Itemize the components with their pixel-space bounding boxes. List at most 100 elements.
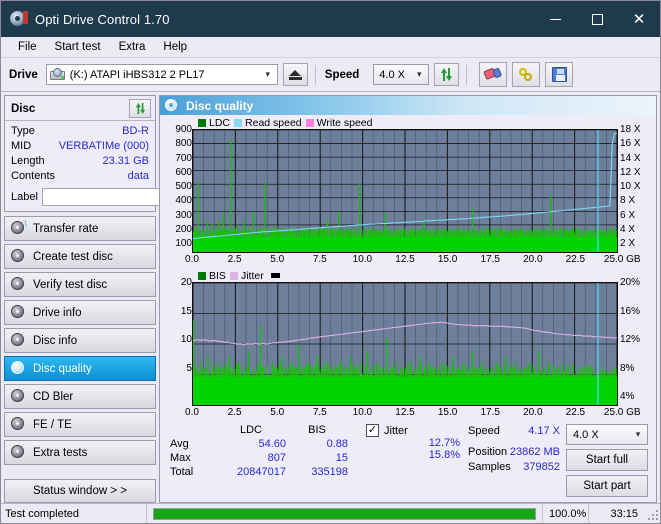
legend-item-jitter: Jitter [229,270,264,282]
y2-tick: 14 X [620,152,641,164]
ldc-y-axis-right: 18 X 16 X 14 X 12 X 10 X 8 X 6 X 4 X 2 X [618,125,654,253]
x-tick: 2.5 [227,407,242,418]
action-column: 4.0 X Start full Start part [566,424,648,497]
disc-row-value: data [127,170,149,182]
disc-row-key: Type [11,125,35,137]
toolbar: Drive (K:) ATAPI iHBS312 2 PL17 Speed 4.… [1,58,660,92]
jitter-toggle[interactable]: ✓ Jitter [366,424,462,437]
speed-select[interactable]: 4.0 X [373,64,430,85]
legend-swatch [229,271,238,280]
y-tick: 10 [180,334,192,345]
measurements: Speed 4.17 X Position 23862 MB Samples 3… [468,424,560,497]
bis-plot[interactable] [192,282,618,406]
x-tick: 15.0 [437,254,458,265]
stats-total-ldc: 20847017 [237,466,286,478]
x-tick: 17.5 [480,254,500,265]
disc-label-row: Label [11,187,245,206]
menu-item-start-test[interactable]: Start test [46,39,110,55]
x-tick: 2.5 [227,254,242,265]
legend-swatch [305,118,314,127]
progress-percent: 100.0% [542,504,588,523]
sidebar-item-drive-info[interactable]: Drive info [4,300,156,325]
legend-item-write-speed: Write speed [305,117,373,129]
sidebar-item-transfer-rate[interactable]: \ Transfer rate [4,216,156,241]
legend-item-read-speed: Read speed [234,117,302,129]
legend-swatch [198,118,206,127]
position-value: 23862 MB [509,446,560,458]
y2-tick: 12 X [620,166,641,178]
legend-label: Read speed [245,116,302,129]
stats-row-label-max: Max [170,452,191,464]
stats-avg-bis: 0.88 [326,438,348,450]
nav-list: \ Transfer rate Create test disc Verify … [4,216,156,465]
main-panel: Disc quality LDC Read speed Write speed … [159,95,657,503]
bis-chart-legend: BIS Jitter [162,269,654,282]
stats-col-ldc: LDC [239,424,262,436]
y-tick: 20 [180,277,192,288]
eject-button[interactable] [282,63,308,86]
legend-item-bis: BIS [198,270,226,282]
test-speed-select[interactable]: 4.0 X [566,424,648,445]
window-title: Opti Drive Control 1.70 [35,11,170,27]
erase-button[interactable] [479,62,508,87]
speed-label: Speed [468,425,500,437]
sidebar-item-cd-bler[interactable]: CD Bler [4,384,156,409]
app-window: Opti Drive Control 1.70 ✕ File Start tes… [0,0,661,524]
y2-tick: 8 X [620,195,636,207]
disc-row-key: MID [11,140,32,152]
ldc-chart-legend: LDC Read speed Write speed [162,116,654,129]
jitter-avg-value: 12.7% [428,437,460,449]
disc-info-rows: Type BD-R MID VERBATIMe (000) Length 23.… [5,121,245,211]
drive-icon [49,67,66,82]
legend-label: BIS [209,269,226,282]
legend-swatch [198,271,206,280]
menu-item-help[interactable]: Help [154,39,196,55]
ldc-plot[interactable] [192,129,618,253]
y-tick: 400 [175,195,192,207]
legend-label: LDC [209,116,231,129]
measure-position: Position 23862 MB [468,445,560,460]
sidebar-item-disc-info[interactable]: Disc info [4,328,156,353]
maximize-button[interactable] [576,1,618,37]
disc-row-mid: MID VERBATIMe (000) [11,139,149,154]
y2-tick: 6 X [620,209,636,221]
minimize-button[interactable] [534,1,576,37]
jitter-checkbox[interactable]: ✓ [366,424,379,437]
menu-item-extra[interactable]: Extra [110,39,155,55]
sidebar-item-extra-tests[interactable]: Extra tests [4,440,156,465]
refresh-icon [134,102,147,115]
y2-tick: 8% [620,362,635,374]
close-button[interactable]: ✕ [618,1,660,37]
sidebar-item-fe-te[interactable]: FE / TE [4,412,156,437]
bis-x-ticks: 0.0 2.5 5.0 7.5 10.0 12.5 15.0 17.5 20.0… [185,406,641,420]
save-button[interactable] [545,62,574,87]
menu-item-file[interactable]: File [9,39,46,55]
tools-button[interactable] [512,62,541,87]
sidebar-item-label: Verify test disc [33,278,108,291]
sidebar-item-create-test-disc[interactable]: Create test disc [4,244,156,269]
status-text: Test completed [1,504,147,523]
sidebar-item-disc-quality[interactable]: Disc quality [4,356,156,381]
x-tick: 10.0 [352,254,373,265]
start-full-button[interactable]: Start full [566,449,648,471]
disc-refresh-button[interactable] [129,99,151,118]
samples-label: Samples [468,461,511,473]
legend-marker-black [270,273,280,278]
refresh-button[interactable] [434,63,460,86]
toolbar-divider-2 [466,64,468,85]
sidebar-item-label: CD Bler [33,390,74,403]
stats-col-bis: BIS [308,424,326,436]
x-tick: 7.5 [312,254,327,265]
disc-icon [11,333,26,348]
chevron-down-icon [629,429,647,440]
start-part-button[interactable]: Start part [566,475,648,497]
disc-icon [11,277,26,292]
resize-grip[interactable] [646,508,658,520]
drive-select[interactable]: (K:) ATAPI iHBS312 2 PL17 [45,64,278,85]
sidebar-item-verify-test-disc[interactable]: Verify test disc [4,272,156,297]
disc-icon [11,305,26,320]
status-window-button[interactable]: Status window > > [4,479,156,503]
y2-tick: 16% [620,305,641,317]
sidebar-item-label: Disc quality [33,362,92,375]
x-tick: 5.0 [270,407,285,418]
